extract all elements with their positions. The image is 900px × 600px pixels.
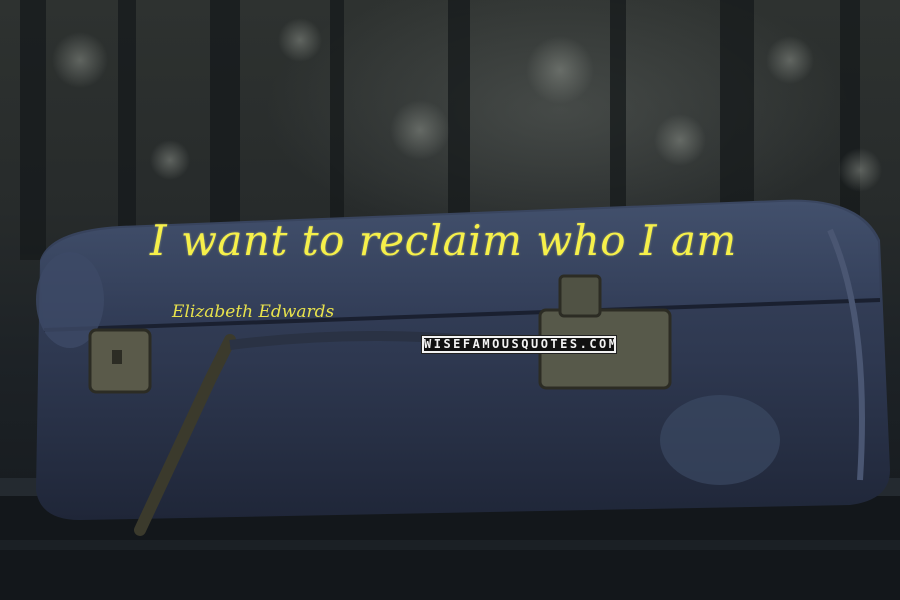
quote-image: I want to reclaim who I am Elizabeth Edw… <box>0 0 900 600</box>
background-photo <box>0 0 900 600</box>
watermark-badge: WISEFAMOUSQUOTES.COM <box>421 335 617 354</box>
quote-author: Elizabeth Edwards <box>172 302 335 322</box>
watermark-text: WISEFAMOUSQUOTES.COM <box>424 338 614 351</box>
quote-text: I want to reclaim who I am <box>150 216 737 265</box>
